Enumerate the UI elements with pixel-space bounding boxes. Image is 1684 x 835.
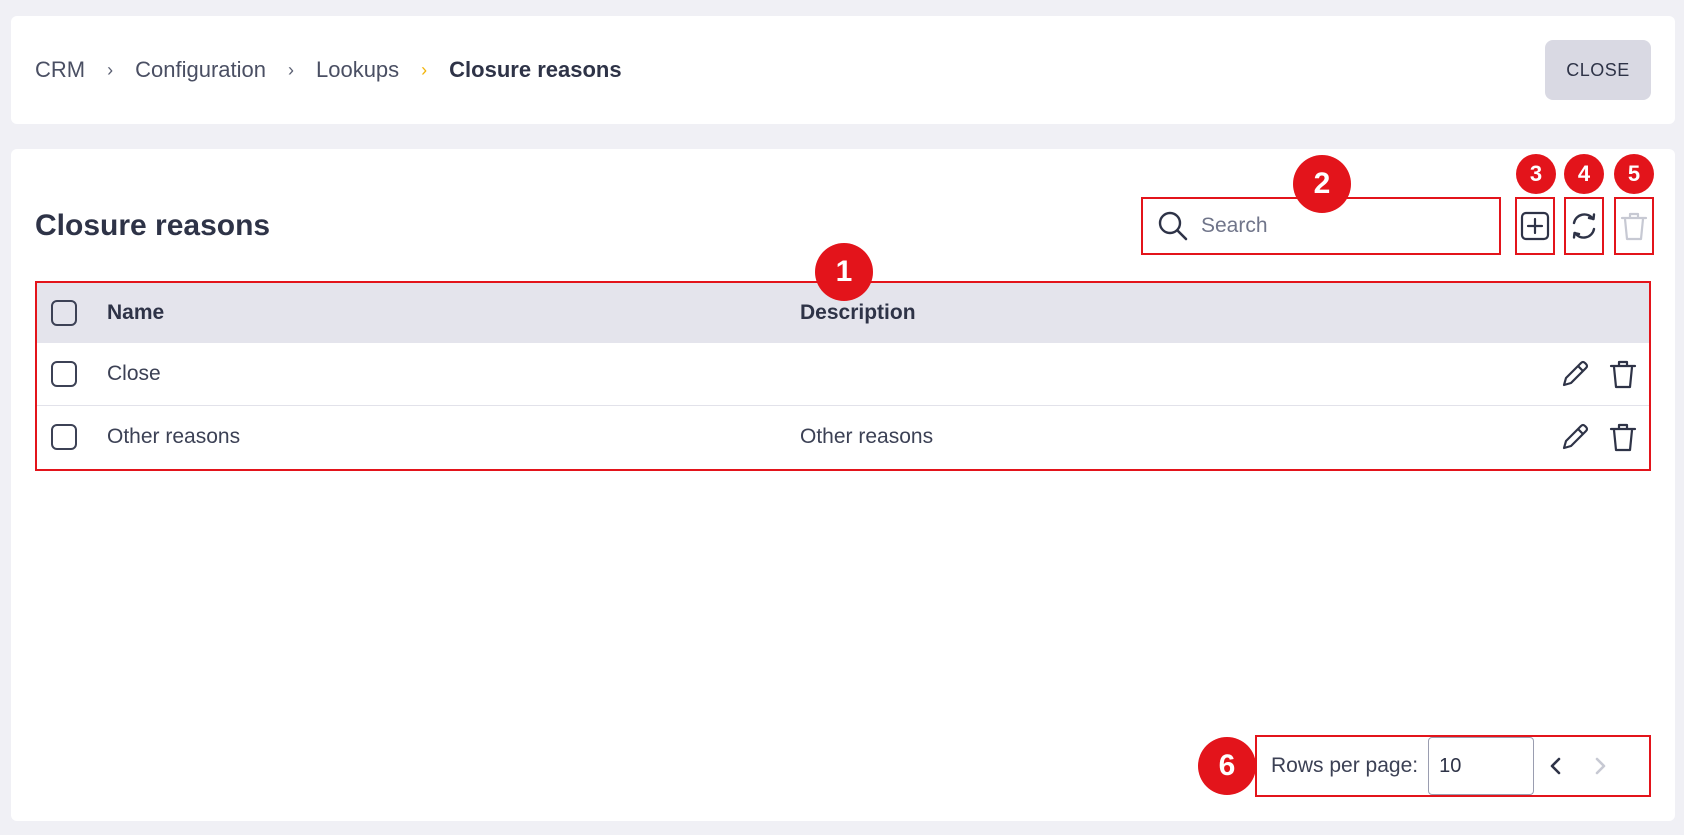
row-actions [1559, 358, 1637, 390]
table-row[interactable]: Other reasons Other reasons [37, 406, 1649, 468]
plus-square-icon [1520, 211, 1550, 241]
pencil-icon[interactable] [1559, 358, 1591, 390]
rows-per-page-select[interactable]: 10 [1428, 737, 1535, 795]
annotation-badge-3: 3 [1516, 154, 1556, 194]
pencil-icon[interactable] [1559, 421, 1591, 453]
table-row[interactable]: Close [37, 343, 1649, 406]
row-checkbox[interactable] [51, 424, 77, 450]
refresh-icon [1572, 213, 1596, 239]
annotation-badge-5: 5 [1614, 154, 1654, 194]
pagination: Rows per page: 10 [1255, 735, 1651, 797]
chevron-right-icon [1595, 757, 1606, 775]
search-input[interactable] [1199, 213, 1473, 239]
row-actions [1559, 421, 1637, 453]
add-button[interactable] [1515, 197, 1555, 255]
refresh-button[interactable] [1564, 197, 1604, 255]
rows-per-page-label: Rows per page: [1271, 754, 1419, 777]
chevron-right-icon: › [287, 59, 294, 80]
trash-icon[interactable] [1609, 421, 1637, 453]
breadcrumb-crm[interactable]: CRM [35, 57, 85, 83]
row-name: Other reasons [107, 425, 241, 448]
next-page-button[interactable] [1578, 737, 1622, 795]
bulk-delete-button[interactable] [1614, 197, 1654, 255]
trash-icon [1620, 212, 1648, 241]
annotation-badge-4: 4 [1564, 154, 1604, 194]
breadcrumb-lookups[interactable]: Lookups [316, 57, 399, 83]
breadcrumb-current: Closure reasons [449, 57, 622, 82]
trash-icon[interactable] [1609, 358, 1637, 390]
annotation-badge-2: 2 [1293, 155, 1351, 213]
closure-reasons-table: Name Description Close Other reasons Oth… [35, 281, 1651, 471]
top-bar: CRM › Configuration › Lookups › Closure … [11, 16, 1675, 124]
chevron-left-icon [1550, 757, 1561, 775]
row-checkbox[interactable] [51, 361, 77, 387]
chevron-right-icon: › [107, 59, 114, 80]
annotation-badge-6: 6 [1198, 737, 1256, 795]
page-title: Closure reasons [35, 209, 271, 242]
column-header-name[interactable]: Name [107, 301, 164, 325]
previous-page-button[interactable] [1534, 737, 1578, 795]
search-icon [1158, 211, 1188, 241]
breadcrumb: CRM › Configuration › Lookups › Closure … [35, 16, 622, 124]
row-name: Close [107, 362, 161, 385]
close-button[interactable]: CLOSE [1545, 40, 1651, 100]
row-description: Other reasons [800, 425, 934, 448]
annotation-badge-1: 1 [815, 243, 873, 301]
select-all-checkbox[interactable] [51, 300, 77, 326]
main-panel: Closure reasons 2 3 4 5 [11, 149, 1675, 821]
column-header-description[interactable]: Description [800, 301, 916, 325]
chevron-right-icon: › [421, 59, 428, 80]
breadcrumb-configuration[interactable]: Configuration [135, 57, 266, 83]
